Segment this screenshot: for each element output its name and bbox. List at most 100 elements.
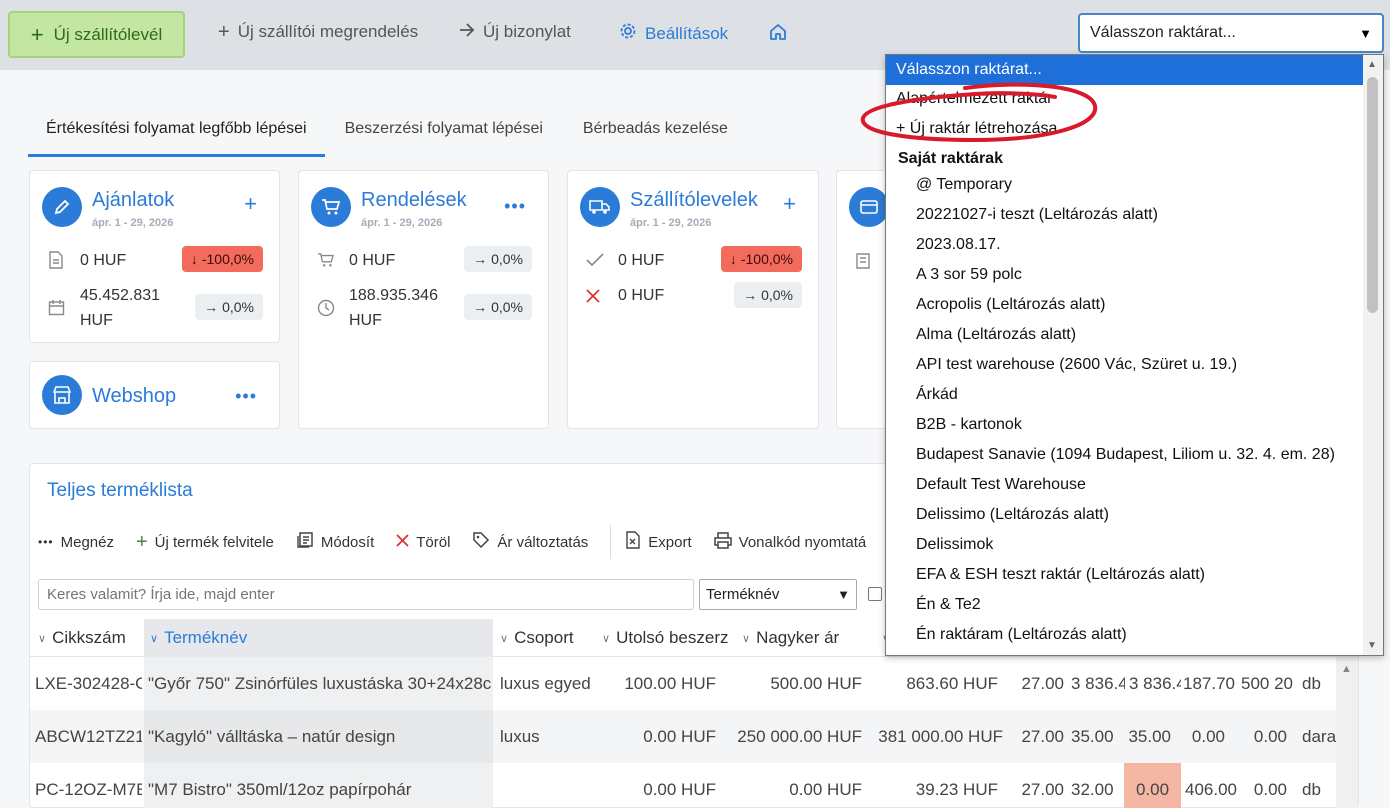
scroll-down-icon[interactable]: ▼: [1367, 640, 1377, 651]
tab-purchase-process[interactable]: Beszerzési folyamat lépései: [325, 108, 563, 157]
close-icon: [396, 533, 409, 551]
warehouse-option-default[interactable]: Alapértelmezett raktár: [886, 84, 1364, 114]
cell-group: [500, 763, 593, 808]
warehouse-option[interactable]: Delissimok: [886, 530, 1364, 560]
warehouse-option[interactable]: Acropolis (Leltározás alatt): [886, 290, 1364, 320]
edit-button[interactable]: Módosít: [296, 531, 374, 553]
barcode-print-label: Vonalkód nyomtatá: [738, 533, 867, 551]
offers-total-change-badge: → 0,0%: [195, 294, 263, 320]
truck-icon: [580, 187, 620, 227]
warehouse-option[interactable]: Én raktáram (Leltározás alatt): [886, 620, 1364, 650]
cell-group: luxus egyed: [500, 673, 591, 693]
warehouse-option[interactable]: Default Test Warehouse: [886, 470, 1364, 500]
export-button[interactable]: Export: [625, 531, 692, 553]
new-document-button[interactable]: Új bizonylat: [459, 22, 571, 42]
table-row[interactable]: LXE-302428-G "Győr 750" Zsinórfüles luxu…: [30, 657, 1348, 710]
orders-change-value: 0,0%: [491, 251, 523, 267]
product-toolbar: ••• Megnéz + Új termék felvitele Módosít…: [38, 522, 888, 562]
offers-card: Ajánlatok ápr. 1 - 29, 2026 + 0 HUF ↓ -1…: [29, 170, 280, 343]
column-wholesale[interactable]: ∨ Nagyker ár: [742, 619, 882, 657]
cell-price: 381 000.00 HUF: [878, 726, 1003, 746]
cell-group: luxus: [500, 726, 540, 746]
warehouse-option[interactable]: B2B - kartonok: [886, 410, 1364, 440]
add-offer-button[interactable]: +: [244, 193, 257, 215]
table-row[interactable]: PC-12OZ-M7E "M7 Bistro" 350ml/12oz papír…: [30, 763, 1348, 808]
cell-price: 39.23 HUF: [915, 779, 998, 799]
export-file-icon: [625, 531, 641, 553]
column-sku[interactable]: ∨ Cikkszám: [38, 619, 142, 657]
delivered-value: 0 HUF: [618, 252, 665, 269]
arrow-down-icon: ↓: [190, 251, 198, 267]
warehouse-option[interactable]: @ Temporary: [886, 170, 1364, 200]
cell-sku: PC-12OZ-M7E: [35, 779, 142, 799]
orders-title[interactable]: Rendelések: [361, 189, 467, 212]
orders-total-currency: HUF: [349, 312, 382, 329]
webshop-more-icon[interactable]: •••: [235, 387, 257, 405]
offers-title[interactable]: Ajánlatok: [92, 189, 174, 212]
cell-name: "Győr 750" Zsinórfüles luxustáska 30+24x…: [144, 657, 493, 710]
cell-value-d: 0.00: [1253, 726, 1287, 746]
delivery-notes-title[interactable]: Szállítólevelek: [630, 189, 758, 212]
price-change-button[interactable]: Ár változtatás: [472, 531, 588, 553]
chevron-down-icon: ∨: [500, 632, 509, 645]
orders-date: ápr. 1 - 29, 2026: [361, 217, 443, 229]
warehouse-option[interactable]: Budapest Sanavie (1094 Budapest, Liliom …: [886, 440, 1364, 470]
add-delivery-note-button[interactable]: +: [783, 193, 796, 215]
warehouse-option[interactable]: Delissimo (Leltározás alatt): [886, 500, 1364, 530]
new-delivery-note-button[interactable]: + Új szállítólevél: [8, 11, 185, 58]
cell-value-b: 3 836.4: [1129, 673, 1181, 693]
table-row[interactable]: ABCW12TZ21 "Kagyló" válltáska – natúr de…: [30, 710, 1348, 763]
search-column-select[interactable]: Terméknév ▼: [699, 579, 857, 610]
store-icon: [42, 375, 82, 415]
orders-more-icon[interactable]: •••: [504, 197, 526, 215]
column-product-name[interactable]: ∨ Terméknév: [144, 619, 493, 657]
orders-total: 188.935.346 HUF: [349, 283, 438, 333]
arrow-down-icon: ↓: [729, 251, 737, 267]
add-product-button[interactable]: + Új termék felvitele: [136, 532, 274, 552]
chevron-down-icon: ∨: [38, 632, 47, 645]
product-search-input[interactable]: [38, 579, 694, 610]
arrow-right-icon: →: [473, 251, 488, 267]
warehouse-option-create-new[interactable]: + Új raktár létrehozása: [886, 114, 1364, 144]
warehouse-option[interactable]: A 3 sor 59 polc: [886, 260, 1364, 290]
new-delivery-note-label: Új szállítólevél: [53, 24, 163, 44]
cell-value-b-highlight: 0.00: [1124, 763, 1181, 808]
warehouse-option[interactable]: EFA & ESH teszt raktár (Leltározás alatt…: [886, 560, 1364, 590]
scrollbar-thumb[interactable]: [1367, 77, 1378, 313]
settings-label: Beállítások: [645, 23, 729, 43]
home-button[interactable]: [768, 22, 788, 47]
cart-icon: [317, 252, 335, 273]
card-icon: [849, 187, 889, 227]
cell-sku: LXE-302428-G: [35, 673, 142, 693]
scroll-up-icon[interactable]: ▲: [1367, 59, 1377, 70]
new-supplier-order-button[interactable]: + Új szállítói megrendelés: [218, 22, 418, 42]
filter-checkbox[interactable]: [868, 587, 882, 601]
column-last-purchase[interactable]: ∨ Utolsó beszerz: [602, 619, 736, 657]
warehouse-option-placeholder[interactable]: Válasszon raktárat...: [886, 55, 1364, 85]
delivery-notes-card: Szállítólevelek ápr. 1 - 29, 2026 + 0 HU…: [567, 170, 819, 429]
warehouse-option[interactable]: API test warehouse (2600 Vác, Szüret u. …: [886, 350, 1364, 380]
dropdown-scrollbar[interactable]: ▲ ▼: [1363, 55, 1383, 655]
tab-rental[interactable]: Bérbeadás kezelése: [563, 108, 748, 157]
webshop-card: Webshop •••: [29, 361, 280, 429]
warehouse-option[interactable]: 2023.08.17.: [886, 230, 1364, 260]
warehouse-option[interactable]: Én & Te2: [886, 590, 1364, 620]
tab-sales-process[interactable]: Értékesítési folyamat legfőbb lépései: [28, 108, 325, 157]
warehouse-select[interactable]: Válasszon raktárat... ▼: [1078, 13, 1384, 53]
webshop-title[interactable]: Webshop: [92, 385, 176, 408]
scroll-up-icon[interactable]: ▲: [1341, 663, 1352, 675]
orders-card: Rendelések ápr. 1 - 29, 2026 ••• 0 HUF →…: [298, 170, 549, 429]
column-sku-label: Cikkszám: [52, 628, 126, 647]
table-scrollbar[interactable]: ▲: [1336, 657, 1358, 808]
delete-button[interactable]: Töröl: [396, 534, 450, 551]
warehouse-option[interactable]: Árkád: [886, 380, 1364, 410]
cell-value-a: 35.00: [1071, 726, 1114, 746]
column-group[interactable]: ∨ Csoport: [500, 619, 600, 657]
barcode-print-button[interactable]: Vonalkód nyomtatá: [713, 531, 867, 553]
view-button[interactable]: ••• Megnéz: [38, 534, 114, 551]
settings-button[interactable]: Beállítások: [619, 22, 728, 45]
warehouse-option[interactable]: 20221027-i teszt (Leltározás alatt): [886, 200, 1364, 230]
cell-last-purchase: 0.00 HUF: [643, 779, 716, 799]
offers-change-value: -100,0%: [201, 251, 254, 267]
warehouse-option[interactable]: Alma (Leltározás alatt): [886, 320, 1364, 350]
